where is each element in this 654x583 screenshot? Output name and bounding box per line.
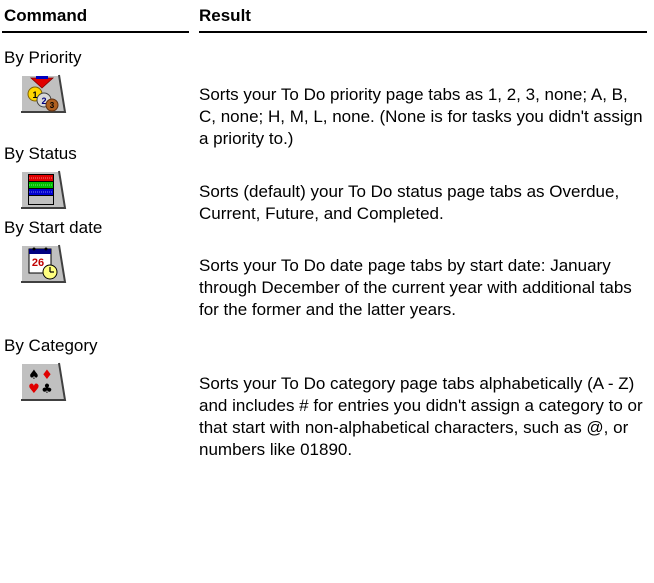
result-column-header: Result bbox=[199, 6, 251, 25]
svg-text:♠: ♠ bbox=[28, 368, 40, 383]
command-column-header: Command bbox=[4, 6, 88, 25]
svg-text:♥: ♥ bbox=[28, 382, 40, 397]
command-header-rule bbox=[2, 31, 189, 33]
result-text: Sorts your To Do priority page tabs as 1… bbox=[199, 85, 643, 148]
svg-text:♦: ♦ bbox=[41, 368, 53, 383]
command-label: By Priority bbox=[4, 48, 82, 67]
result-header-rule bbox=[199, 31, 647, 33]
result-text: Sorts your To Do category page tabs alph… bbox=[199, 374, 643, 459]
sort-by-start-date-button[interactable]: 26 bbox=[17, 242, 67, 285]
card-suits-icon: ♠ ♦ ♥ ♣ bbox=[20, 362, 67, 401]
svg-text:3: 3 bbox=[50, 101, 55, 110]
status-bars-icon bbox=[20, 170, 67, 209]
command-label: By Start date bbox=[4, 218, 103, 237]
svg-text:♣: ♣ bbox=[41, 382, 53, 397]
priority-icon: 1 2 3 bbox=[20, 74, 67, 113]
calendar-clock-icon: 26 bbox=[20, 244, 67, 283]
command-label: By Status bbox=[4, 144, 77, 163]
sort-by-category-button[interactable]: ♠ ♦ ♥ ♣ bbox=[17, 360, 67, 403]
sort-by-status-button[interactable] bbox=[17, 168, 67, 211]
svg-text:26: 26 bbox=[32, 257, 44, 269]
result-text: Sorts (default) your To Do status page t… bbox=[199, 182, 620, 223]
result-text: Sorts your To Do date page tabs by start… bbox=[199, 256, 632, 319]
sort-by-priority-button[interactable]: 1 2 3 bbox=[17, 72, 67, 115]
command-label: By Category bbox=[4, 336, 98, 355]
